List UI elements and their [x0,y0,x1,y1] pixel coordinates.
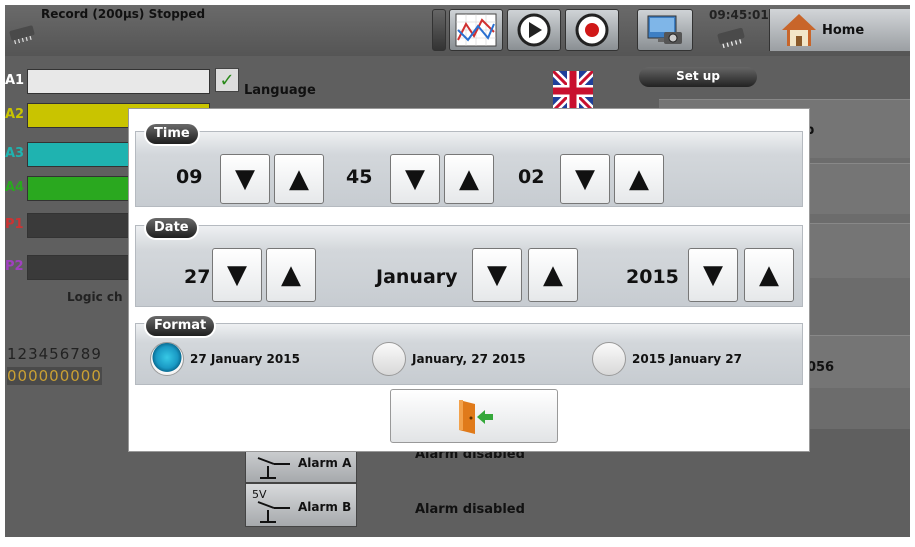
format-section-title: Format [146,316,215,336]
hours-down-button[interactable]: ▼ [220,154,270,204]
record-status: Record (200µs) Stopped [41,7,206,21]
day-down-button[interactable]: ▼ [212,248,262,302]
home-icon [782,14,816,46]
minutes-down-button[interactable]: ▼ [390,154,440,204]
channel-label: A3 [5,146,25,161]
year-up-button[interactable]: ▲ [744,248,794,302]
format-option-1-radio[interactable] [150,342,184,376]
switch-icon [257,501,290,523]
home-button[interactable]: Home [769,9,910,51]
year-down-button[interactable]: ▼ [688,248,738,302]
format-option-3-label[interactable]: 2015 January 27 [632,352,742,366]
setup-tab[interactable]: Set up [639,67,757,87]
day-value: 27 [184,266,211,288]
uk-flag-icon[interactable] [553,71,593,111]
alarm-b-button[interactable]: 5V Alarm B [245,483,357,527]
top-bar: Record (200µs) Stopped 09:45:01 Home [5,5,910,56]
graph-view-button[interactable] [449,9,503,51]
logic-channel-label: Logic ch [67,290,123,304]
home-label: Home [822,23,865,38]
alarm-b-label: Alarm B [298,500,352,514]
channel-a1[interactable]: A1 [5,69,210,94]
alarm-b-status: Alarm disabled [415,502,525,517]
format-option-3-radio[interactable] [592,342,626,376]
hours-up-button[interactable]: ▲ [274,154,324,204]
date-time-dialog: Time 09 ▼ ▲ 45 ▼ ▲ 02 ▼ ▲ Date 27 ▼ ▲ Ja… [129,109,809,451]
play-button[interactable] [507,9,561,51]
screen: Record (200µs) Stopped 09:45:01 Home A1 … [5,5,910,537]
screen-camera-icon [647,15,682,44]
channel-label: P1 [5,217,24,232]
format-section: Format 27 January 2015 January, 27 2015 … [135,316,803,385]
format-option-1-label[interactable]: 27 January 2015 [190,352,300,366]
month-down-button[interactable]: ▼ [472,248,522,302]
minutes-value: 45 [346,166,373,188]
logic-digits-bottom: 000000000 [7,367,102,385]
switch-icon [257,457,290,479]
toolbar-handle [432,9,446,51]
time-section: Time 09 ▼ ▲ 45 ▼ ▲ 02 ▼ ▲ [135,124,803,207]
logic-digits-top: 123456789 [7,345,102,363]
channel-label: A4 [5,180,25,195]
seconds-value: 02 [518,166,545,188]
language-label: Language [244,83,316,98]
seconds-down-button[interactable]: ▼ [560,154,610,204]
date-section: Date 27 ▼ ▲ January ▼ ▲ 2015 ▼ ▲ [135,218,803,307]
play-icon [517,13,551,47]
year-value: 2015 [626,266,679,288]
channel-label: A2 [5,107,25,122]
exit-button[interactable] [390,389,558,443]
minutes-up-button[interactable]: ▲ [444,154,494,204]
day-up-button[interactable]: ▲ [266,248,316,302]
record-button[interactable] [565,9,619,51]
time-section-title: Time [146,124,198,144]
graph-icon [455,13,497,47]
seconds-up-button[interactable]: ▲ [614,154,664,204]
exit-door-icon [459,400,493,434]
format-option-2-radio[interactable] [372,342,406,376]
chip-icon [717,27,745,49]
format-option-2-label[interactable]: January, 27 2015 [412,352,526,366]
date-section-title: Date [146,218,197,238]
clock-time: 09:45:01 [709,8,769,22]
record-icon [575,13,609,47]
channel-label: A1 [5,73,25,88]
check-icon[interactable]: ✓ [215,68,239,92]
chip-icon [9,25,35,45]
alarm-a-label: Alarm A [298,456,352,470]
channel-label: P2 [5,259,24,274]
month-value: January [376,266,458,288]
screenshot-button[interactable] [637,9,693,51]
channel-bar [27,69,210,94]
hours-value: 09 [176,166,203,188]
month-up-button[interactable]: ▲ [528,248,578,302]
